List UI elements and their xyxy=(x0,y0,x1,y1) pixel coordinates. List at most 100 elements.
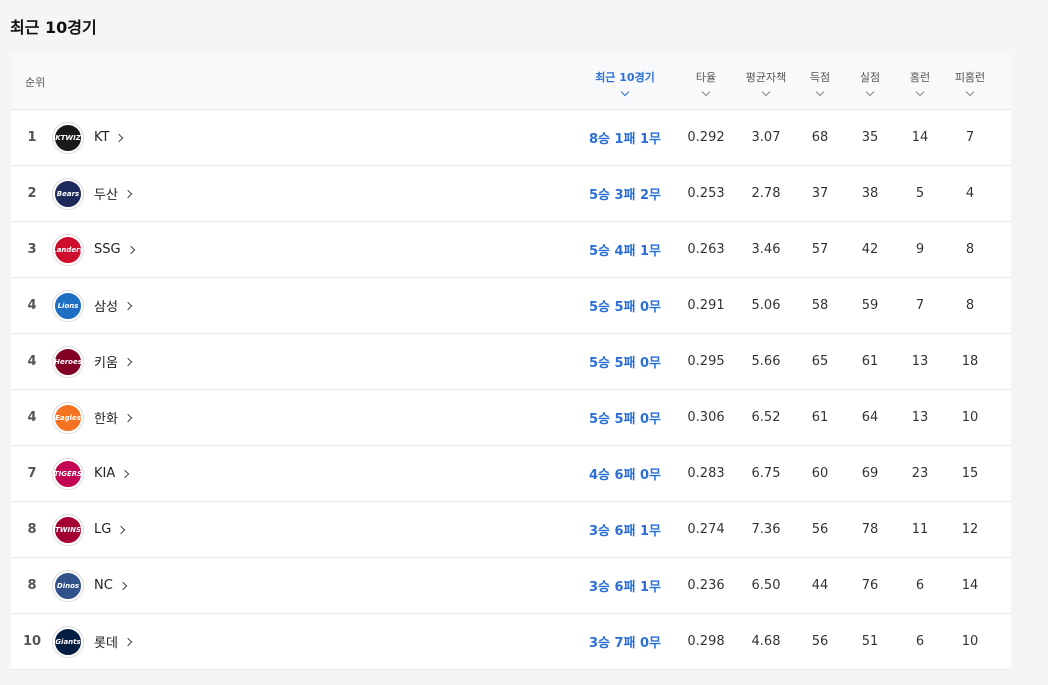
team-logo-icon: KTWIZ xyxy=(53,122,83,153)
home-runs-allowed: 12 xyxy=(961,522,979,537)
team-name: NC xyxy=(94,578,113,593)
chevron-down-icon xyxy=(761,87,771,96)
rank-value: 8 xyxy=(27,522,37,537)
home-runs-allowed: 14 xyxy=(961,578,979,593)
chevron-right-icon xyxy=(123,301,133,310)
home-runs: 14 xyxy=(911,130,929,145)
team-link[interactable]: TIGERS KIA xyxy=(53,446,130,501)
recent10-record: 3승 7패 0무 xyxy=(588,636,662,651)
header-recent10-sort[interactable]: 최근 10경기 xyxy=(575,53,675,110)
table-row: 2 Bears 두산 5승 3패 2무 0.253 2.78 37 38 5 4 xyxy=(11,166,1011,222)
home-runs: 11 xyxy=(911,522,929,537)
team-link[interactable]: Giants 롯데 xyxy=(53,614,133,669)
runs-scored: 56 xyxy=(811,522,829,537)
team-name: 한화 xyxy=(94,412,118,427)
chevron-right-icon xyxy=(123,413,133,422)
chevron-down-icon xyxy=(815,87,825,96)
era-value: 7.36 xyxy=(751,522,781,537)
team-link[interactable]: Landers SSG xyxy=(52,222,135,277)
home-runs-allowed: 7 xyxy=(965,130,975,145)
home-runs: 6 xyxy=(915,578,925,593)
team-logo-icon: Heroes xyxy=(53,346,83,377)
home-runs: 13 xyxy=(911,410,929,425)
team-link[interactable]: TWINS LG xyxy=(53,502,126,557)
team-link[interactable]: KTWIZ KT xyxy=(53,110,124,165)
recent10-record: 5승 5패 0무 xyxy=(588,412,662,427)
header-runs-allowed-sort[interactable]: 실점 xyxy=(845,53,895,110)
header-avg-sort[interactable]: 타율 xyxy=(675,53,737,110)
runs-scored: 68 xyxy=(811,130,829,145)
team-name: SSG xyxy=(94,242,121,257)
home-runs: 5 xyxy=(915,186,925,201)
batting-avg: 0.292 xyxy=(687,130,725,145)
home-runs-allowed: 10 xyxy=(961,634,979,649)
runs-allowed: 78 xyxy=(861,522,879,537)
team-link[interactable]: Dinos NC xyxy=(53,558,128,613)
team-logo-icon: Dinos xyxy=(53,570,83,601)
recent10-record: 5승 5패 0무 xyxy=(588,356,662,371)
runs-scored: 58 xyxy=(811,298,829,313)
table-row: 8 TWINS LG 3승 6패 1무 0.274 7.36 56 78 11 … xyxy=(11,502,1011,558)
batting-avg: 0.298 xyxy=(687,634,725,649)
header-era-sort[interactable]: 평균자책 xyxy=(737,53,795,110)
home-runs: 6 xyxy=(915,634,925,649)
recent10-record: 5승 3패 2무 xyxy=(588,188,662,203)
table-header: 순위 최근 10경기 타율 평균자책 득점 실점 홈런 피홈런 xyxy=(11,53,1011,110)
batting-avg: 0.291 xyxy=(687,298,725,313)
team-logo-icon: Landers xyxy=(52,234,84,265)
chevron-right-icon xyxy=(126,245,135,254)
runs-scored: 44 xyxy=(811,578,829,593)
runs-allowed: 61 xyxy=(861,354,879,369)
era-value: 6.52 xyxy=(751,410,781,425)
batting-avg: 0.274 xyxy=(687,522,725,537)
recent10-record: 5승 4패 1무 xyxy=(588,244,662,259)
team-link[interactable]: Lions 삼성 xyxy=(53,278,133,333)
table-row: 7 TIGERS KIA 4승 6패 0무 0.283 6.75 60 69 2… xyxy=(11,446,1011,502)
runs-scored: 56 xyxy=(811,634,829,649)
rank-value: 10 xyxy=(22,634,42,649)
header-hr-allowed-sort[interactable]: 피홈런 xyxy=(945,53,995,110)
batting-avg: 0.253 xyxy=(687,186,725,201)
runs-scored: 60 xyxy=(811,466,829,481)
home-runs: 7 xyxy=(915,298,925,313)
home-runs: 23 xyxy=(911,466,929,481)
rank-value: 2 xyxy=(27,186,37,201)
runs-scored: 65 xyxy=(811,354,829,369)
team-logo-icon: Bears xyxy=(53,178,83,209)
chevron-right-icon xyxy=(123,189,133,198)
chevron-down-icon xyxy=(620,87,630,96)
team-link[interactable]: Bears 두산 xyxy=(53,166,133,221)
home-runs-allowed: 4 xyxy=(965,186,975,201)
batting-avg: 0.306 xyxy=(687,410,725,425)
rank-value: 8 xyxy=(27,578,37,593)
rank-value: 3 xyxy=(27,242,37,257)
era-value: 5.66 xyxy=(751,354,781,369)
chevron-right-icon xyxy=(121,469,130,478)
rank-value: 4 xyxy=(27,354,37,369)
chevron-down-icon xyxy=(865,87,875,96)
home-runs-allowed: 10 xyxy=(961,410,979,425)
chevron-right-icon xyxy=(115,133,124,142)
batting-avg: 0.263 xyxy=(687,242,725,257)
header-runs-scored-sort[interactable]: 득점 xyxy=(795,53,845,110)
table-row: 4 Lions 삼성 5승 5패 0무 0.291 5.06 58 59 7 8 xyxy=(11,278,1011,334)
table-row: 4 Heroes 키움 5승 5패 0무 0.295 5.66 65 61 13… xyxy=(11,334,1011,390)
team-link[interactable]: Heroes 키움 xyxy=(53,334,133,389)
recent10-record: 3승 6패 1무 xyxy=(588,524,662,539)
runs-allowed: 59 xyxy=(861,298,879,313)
recent10-record: 3승 6패 1무 xyxy=(588,580,662,595)
recent10-record: 4승 6패 0무 xyxy=(588,468,662,483)
rank-value: 1 xyxy=(27,130,37,145)
header-hr-sort[interactable]: 홈런 xyxy=(895,53,945,110)
table-row: 4 Eagles 한화 5승 5패 0무 0.306 6.52 61 64 13… xyxy=(11,390,1011,446)
runs-allowed: 42 xyxy=(861,242,879,257)
team-logo-icon: Lions xyxy=(53,290,83,321)
chevron-right-icon xyxy=(123,637,133,646)
era-value: 3.07 xyxy=(751,130,781,145)
runs-allowed: 35 xyxy=(861,130,879,145)
era-value: 5.06 xyxy=(751,298,781,313)
team-logo-icon: TWINS xyxy=(53,514,83,545)
runs-allowed: 76 xyxy=(861,578,879,593)
batting-avg: 0.236 xyxy=(687,578,725,593)
team-link[interactable]: Eagles 한화 xyxy=(53,390,133,445)
